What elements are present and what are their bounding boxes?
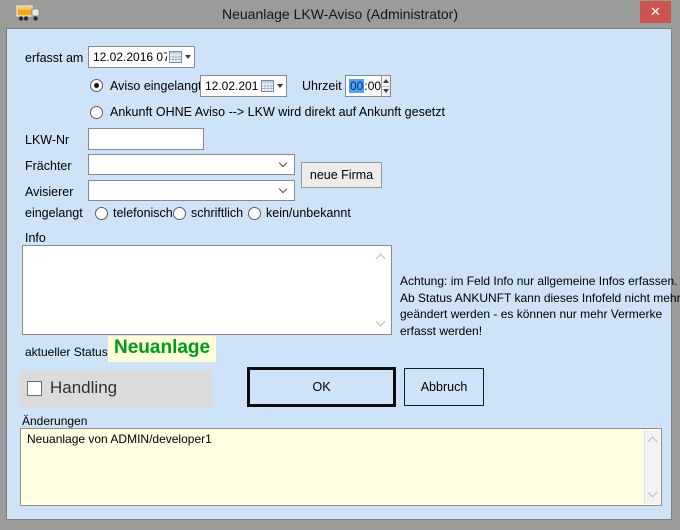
aenderungen-label: Änderungen xyxy=(22,414,87,428)
ankunft-ohne-aviso-label[interactable]: Ankunft OHNE Aviso --> LKW wird direkt a… xyxy=(110,105,445,119)
status-badge: Neuanlage xyxy=(108,336,216,362)
warning-line: geändert werden - es können nur mehr Ver… xyxy=(400,306,676,323)
dropdown-arrow-icon[interactable] xyxy=(277,84,283,88)
neue-firma-button[interactable]: neue Firma xyxy=(301,162,382,188)
time-spin-buttons xyxy=(381,76,390,96)
erfasst-am-label: erfasst am xyxy=(25,51,83,65)
avisierer-value xyxy=(89,183,93,197)
close-button[interactable]: ✕ xyxy=(640,1,671,23)
radio-telefonisch[interactable] xyxy=(95,207,108,220)
aviso-date-value: 12.02.2016 xyxy=(205,79,259,93)
time-value: 00 :00 xyxy=(346,76,381,96)
erfasst-am-value: 12.02.2016 07:20 xyxy=(93,50,167,64)
calendar-icon xyxy=(261,80,274,92)
warning-line: Ab Status ANKUNFT kann dieses Infofeld n… xyxy=(400,290,676,307)
spin-up-icon xyxy=(383,79,389,83)
ok-button[interactable]: OK xyxy=(247,367,396,407)
uhrzeit-label: Uhrzeit xyxy=(302,79,342,93)
fraechter-combobox[interactable] xyxy=(88,154,295,175)
lkw-nr-label: LKW-Nr xyxy=(25,133,69,147)
dialog-window: Neuanlage LKW-Aviso (Administrator) ✕ er… xyxy=(0,0,680,530)
eingelangt-label: eingelangt xyxy=(25,206,83,220)
time-hours-selected[interactable]: 00 xyxy=(349,79,364,93)
handling-label[interactable]: Handling xyxy=(50,378,117,398)
calendar-icon xyxy=(169,51,182,63)
aktueller-status-label: aktueller Status xyxy=(25,345,108,359)
aviso-eingelangt-label[interactable]: Aviso eingelangt xyxy=(110,79,202,93)
window-title: Neuanlage LKW-Aviso (Administrator) xyxy=(0,6,680,22)
abbruch-button[interactable]: Abbruch xyxy=(404,368,484,406)
chevron-down-icon[interactable] xyxy=(279,159,287,167)
fraechter-value xyxy=(89,157,93,171)
uhrzeit-time-spinner[interactable]: 00 :00 xyxy=(345,75,391,97)
spin-down-button[interactable] xyxy=(382,86,390,97)
close-icon: ✕ xyxy=(650,4,661,19)
chevron-down-icon[interactable] xyxy=(279,185,287,193)
aenderungen-scrollbar[interactable] xyxy=(644,430,660,504)
kein-unbekannt-label[interactable]: kein/unbekannt xyxy=(266,206,351,220)
spin-down-icon xyxy=(383,89,389,93)
handling-checkbox[interactable] xyxy=(27,381,42,396)
avisierer-combobox[interactable] xyxy=(88,180,295,201)
lkw-nr-input[interactable] xyxy=(88,128,204,150)
time-minutes[interactable]: :00 xyxy=(364,79,381,93)
radio-schriftlich[interactable] xyxy=(173,207,186,220)
warning-line: erfasst werden! xyxy=(400,323,676,340)
radio-kein-unbekannt[interactable] xyxy=(248,207,261,220)
aenderungen-value: Neuanlage von ADMIN/developer1 xyxy=(21,429,661,449)
spin-up-button[interactable] xyxy=(382,76,390,86)
titlebar[interactable]: Neuanlage LKW-Aviso (Administrator) ✕ xyxy=(0,0,680,28)
erfasst-am-datetime-picker[interactable]: 12.02.2016 07:20 xyxy=(88,46,195,68)
scroll-up-icon[interactable] xyxy=(376,254,386,264)
info-warning-text: Achtung: im Feld Info nur allgemeine Inf… xyxy=(400,273,676,339)
radio-ankunft-ohne-aviso[interactable] xyxy=(90,106,103,119)
aenderungen-textarea[interactable]: Neuanlage von ADMIN/developer1 xyxy=(20,428,662,506)
scroll-down-icon[interactable] xyxy=(648,488,658,498)
schriftlich-label[interactable]: schriftlich xyxy=(191,206,243,220)
avisierer-label: Avisierer xyxy=(25,185,73,199)
fraechter-label: Frächter xyxy=(25,159,72,173)
info-textarea[interactable] xyxy=(22,245,392,335)
scroll-down-icon[interactable] xyxy=(376,317,386,327)
dropdown-arrow-icon[interactable] xyxy=(185,55,191,59)
scroll-up-icon[interactable] xyxy=(648,437,658,447)
info-label: Info xyxy=(25,231,46,245)
info-value xyxy=(23,246,391,252)
telefonisch-label[interactable]: telefonisch xyxy=(113,206,173,220)
warning-line: Achtung: im Feld Info nur allgemeine Inf… xyxy=(400,273,676,290)
radio-aviso-eingelangt[interactable] xyxy=(90,79,103,92)
aviso-date-picker[interactable]: 12.02.2016 xyxy=(200,75,287,97)
